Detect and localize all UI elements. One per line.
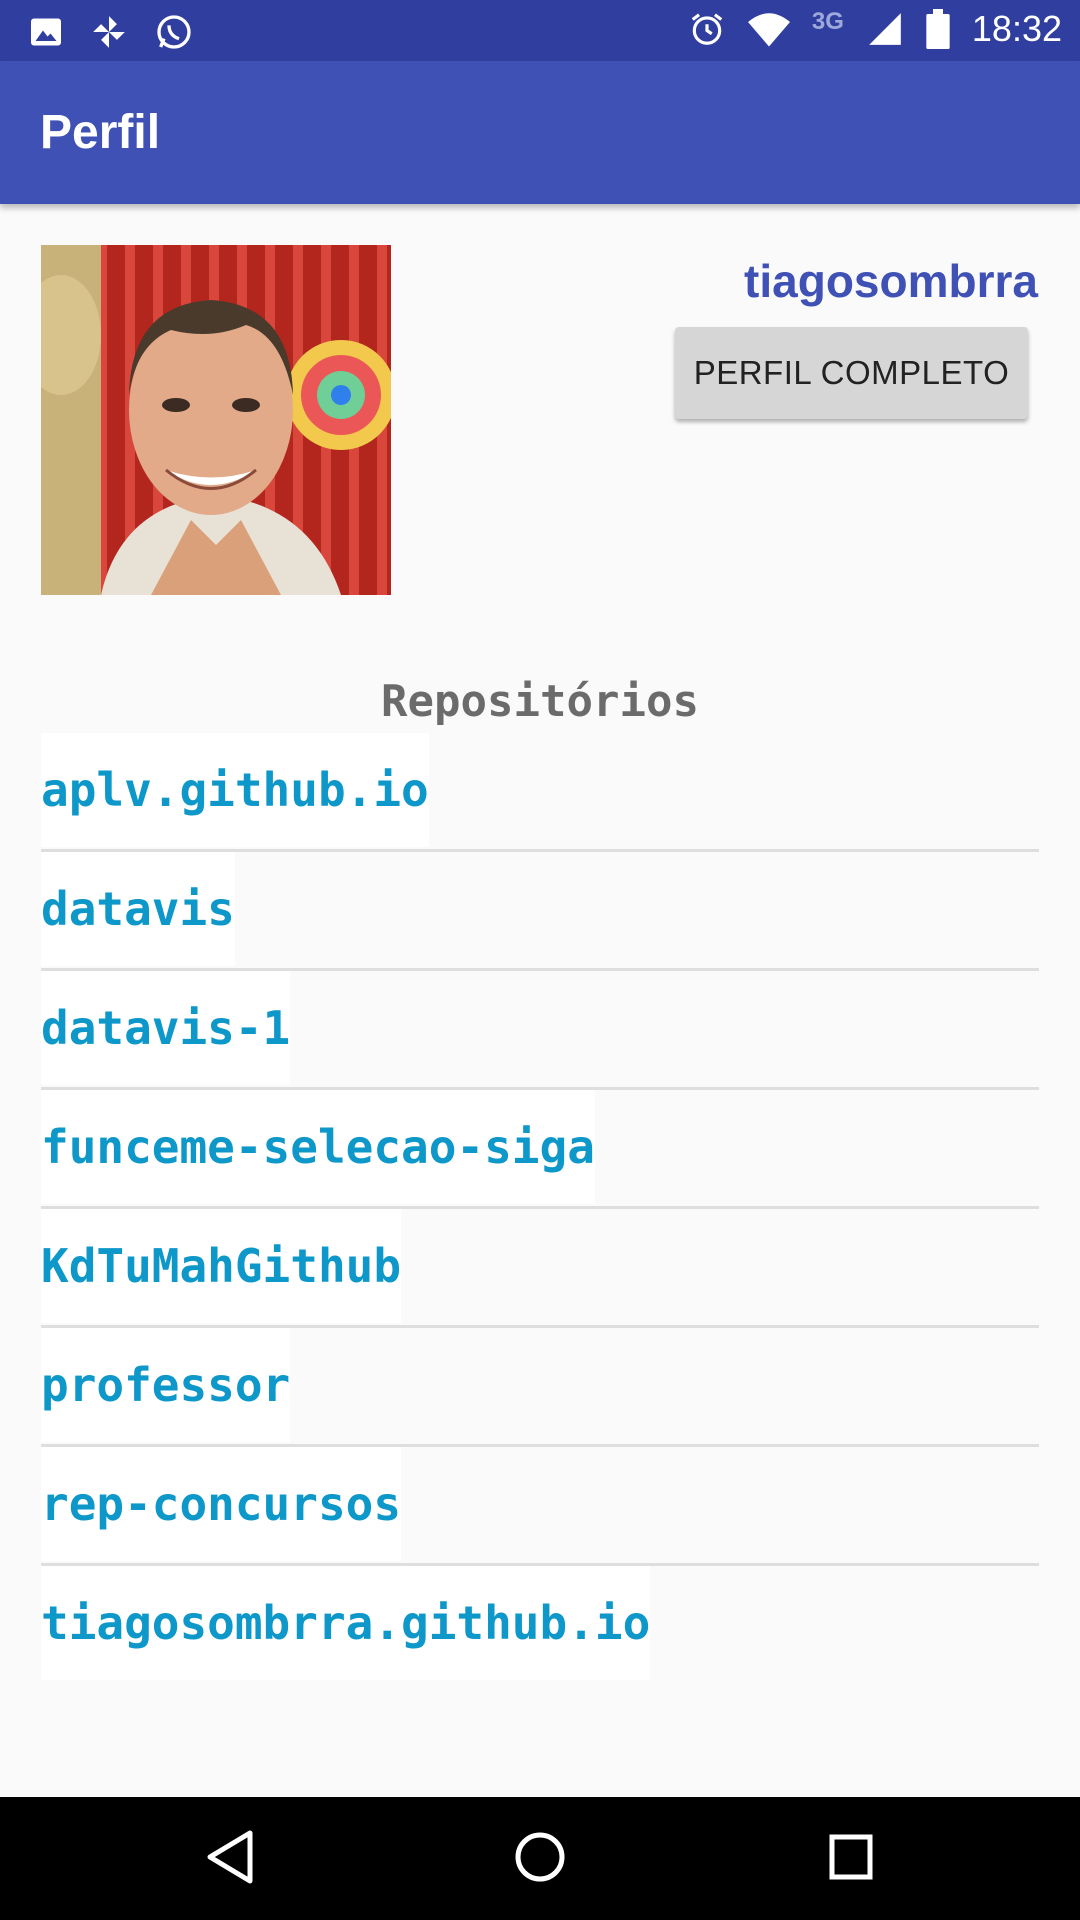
network-type-label: 3G xyxy=(811,8,844,35)
repo-link-kdtumahgithub[interactable]: KdTuMahGithub xyxy=(41,1209,402,1323)
list-item: datavis xyxy=(41,852,1039,971)
repo-link-funceme-selecao-siga[interactable]: funceme-selecao-siga xyxy=(41,1090,595,1204)
repo-link-rep-concursos[interactable]: rep-concursos xyxy=(41,1447,402,1561)
repositories-title: Repositórios xyxy=(381,676,699,727)
recents-icon[interactable] xyxy=(826,1827,876,1887)
status-notification-icons xyxy=(28,12,194,52)
full-profile-button[interactable]: PERFIL COMPLETO xyxy=(675,327,1028,419)
list-item: rep-concursos xyxy=(41,1447,1039,1566)
whatsapp-icon xyxy=(157,15,191,49)
list-item: datavis-1 xyxy=(41,971,1039,1090)
status-system-icons: 3G 18:32 xyxy=(688,8,1062,50)
wifi-icon xyxy=(747,13,790,47)
list-item: funceme-selecao-siga xyxy=(41,1090,1039,1209)
avatar-photo xyxy=(41,245,391,595)
username: tiagosombrra xyxy=(744,255,1038,307)
pinwheel-icon xyxy=(93,16,125,48)
app-bar: Perfil xyxy=(0,61,1080,204)
list-item: KdTuMahGithub xyxy=(41,1209,1039,1328)
avatar xyxy=(41,245,391,595)
battery-icon xyxy=(926,9,950,49)
repository-list: aplv.github.io datavis datavis-1 funceme… xyxy=(41,733,1039,1682)
list-item: professor xyxy=(41,1328,1039,1447)
page-title: Perfil xyxy=(40,106,161,159)
list-item: tiagosombrra.github.io xyxy=(41,1566,1039,1682)
signal-icon xyxy=(869,13,901,45)
alarm-icon xyxy=(691,13,723,45)
repo-link-tiagosombrra-github-io[interactable]: tiagosombrra.github.io xyxy=(41,1566,651,1680)
repo-link-datavis[interactable]: datavis xyxy=(41,852,235,966)
status-time: 18:32 xyxy=(971,8,1062,49)
repo-link-datavis-1[interactable]: datavis-1 xyxy=(41,971,291,1085)
repo-link-professor[interactable]: professor xyxy=(41,1328,291,1442)
navigation-bar xyxy=(0,1797,1080,1920)
repo-link-aplv-github-io[interactable]: aplv.github.io xyxy=(41,733,429,847)
image-icon xyxy=(31,18,61,46)
status-bar: 3G 18:32 xyxy=(0,0,1080,61)
back-icon[interactable] xyxy=(204,1827,256,1887)
list-item: aplv.github.io xyxy=(41,733,1039,852)
home-icon[interactable] xyxy=(512,1827,568,1887)
